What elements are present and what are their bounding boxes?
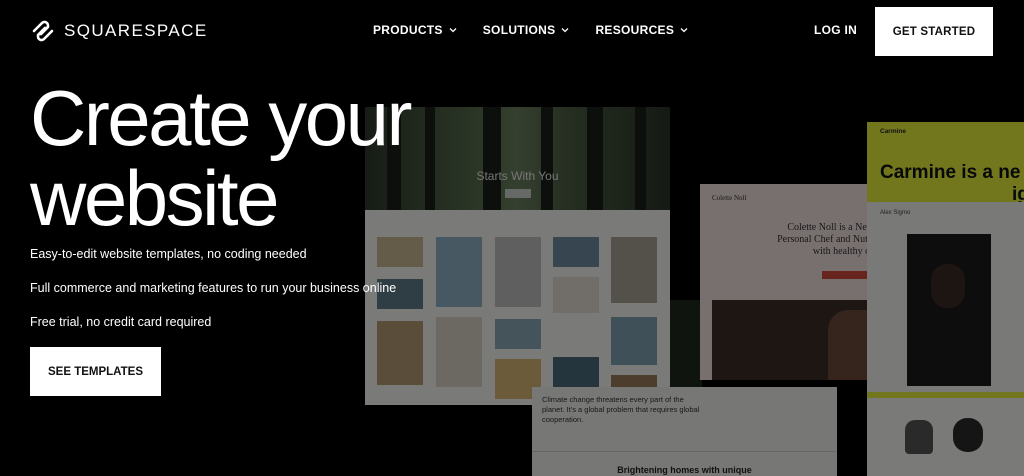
forest-template-title: Starts With You — [476, 169, 559, 183]
template-preview-strip — [670, 300, 702, 390]
hero-title: Create your website — [30, 78, 413, 238]
login-link[interactable]: LOG IN — [814, 23, 857, 37]
squarespace-logo[interactable]: SQUARESPACE — [30, 18, 208, 44]
chef-template-intro: Colette Noll is a New Personal Chef and … — [777, 222, 868, 257]
hero-feature-list: Easy-to-edit website templates, no codin… — [30, 246, 396, 348]
chef-template-brand: Colette Noll — [712, 194, 747, 202]
hero-title-line1: Create your — [30, 74, 413, 162]
hero-title-line2: website — [30, 154, 279, 242]
chevron-down-icon — [449, 28, 457, 33]
get-started-button[interactable]: GET STARTED — [875, 7, 993, 56]
carmine-template-panel-name: Alex Sigmo — [880, 210, 911, 216]
chef-template-cta — [822, 271, 868, 279]
main-menu: PRODUCTS SOLUTIONS RESOURCES — [373, 23, 688, 37]
brand-name: SQUARESPACE — [64, 21, 208, 40]
carmine-template-brand: Carmine — [880, 128, 907, 135]
top-nav: SQUARESPACE PRODUCTS SOLUTIONS RESOURCES… — [0, 0, 1024, 62]
hero-feature-2: Full commerce and marketing features to … — [30, 281, 397, 295]
hero-feature-1: Easy-to-edit website templates, no codin… — [30, 247, 307, 261]
hero-feature-3: Free trial, no credit card required — [30, 315, 212, 329]
menu-solutions-label: SOLUTIONS — [482, 23, 556, 37]
template-preview-carmine: Carmine Carmine is a ne ig Alex Sigmo — [867, 122, 1024, 476]
menu-products-label: PRODUCTS — [373, 23, 443, 37]
template-preview-chef: Colette Noll Colette Noll is a New Perso… — [700, 184, 868, 380]
climate-template-text: Climate change threatens every part of t… — [542, 395, 700, 424]
chevron-down-icon — [561, 28, 569, 33]
chevron-down-icon — [680, 28, 688, 33]
chef-template-photo — [712, 300, 868, 380]
menu-solutions[interactable]: SOLUTIONS — [483, 23, 570, 37]
menu-products[interactable]: PRODUCTS — [373, 23, 457, 37]
climate-template-subtitle: Brightening homes with unique — [617, 465, 752, 475]
template-preview-climate: Climate change threatens every part of t… — [532, 387, 837, 476]
carmine-template-headline: Carmine is a ne ig — [880, 162, 1024, 205]
menu-resources[interactable]: RESOURCES — [595, 23, 688, 37]
squarespace-logo-icon — [32, 20, 54, 42]
carmine-template-portrait — [907, 234, 991, 386]
menu-resources-label: RESOURCES — [595, 23, 675, 37]
template-preview-forest: Starts With You — [365, 107, 670, 405]
see-templates-button[interactable]: SEE TEMPLATES — [30, 347, 161, 396]
